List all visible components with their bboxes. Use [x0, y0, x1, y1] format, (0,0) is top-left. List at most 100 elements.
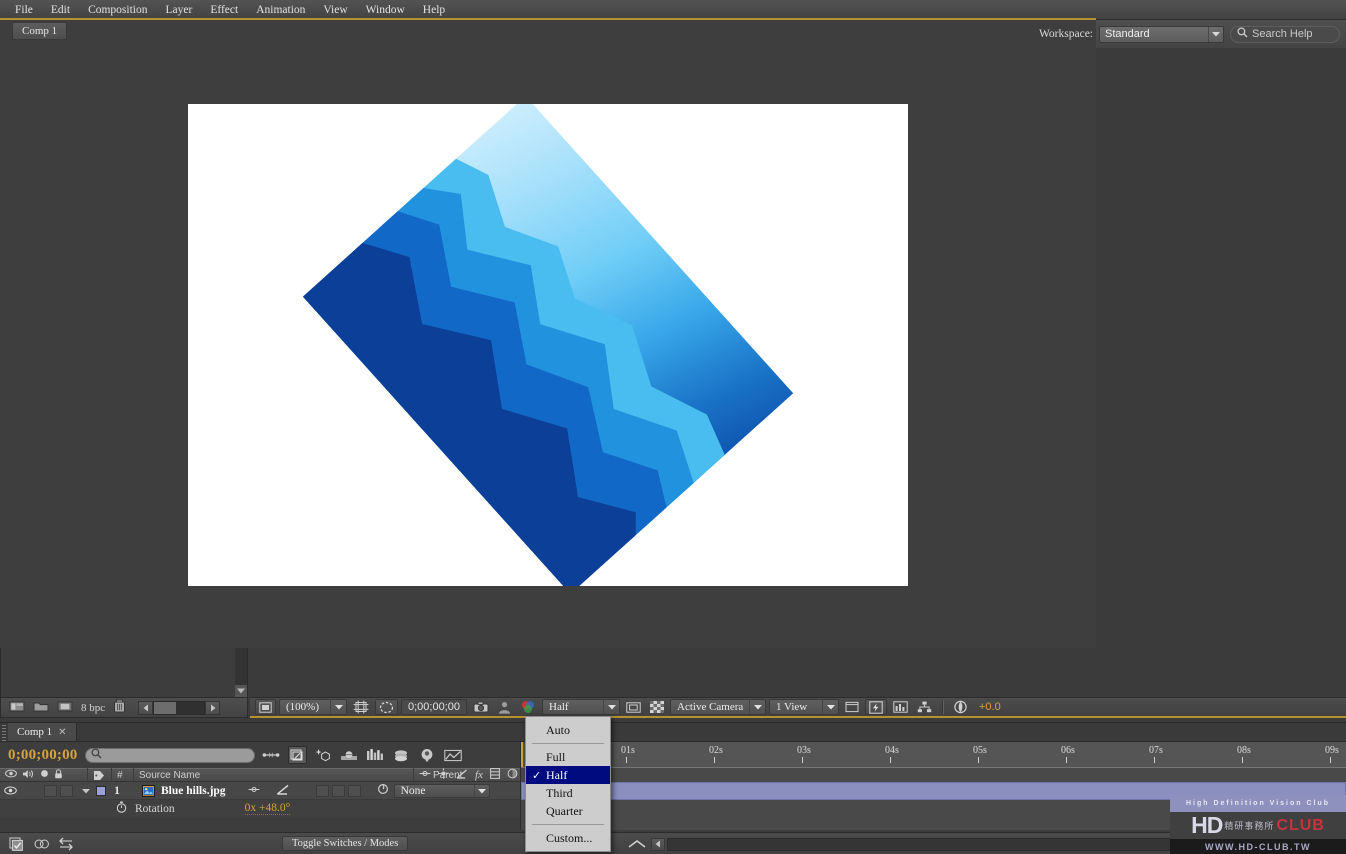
parent-select[interactable]: None: [394, 784, 490, 798]
layer-property-row-rotation[interactable]: Rotation 0x +48.0°: [0, 800, 520, 817]
expand-collapse-icon[interactable]: [57, 836, 75, 852]
magnification-select[interactable]: (100%): [279, 699, 347, 715]
layer-lock-toggle[interactable]: [60, 785, 73, 797]
new-footage-icon[interactable]: [9, 700, 25, 716]
frame-blend-toggle[interactable]: [316, 785, 329, 797]
zoom-slider-handle[interactable]: [625, 839, 649, 849]
table-row[interactable]: 1 Blue hills.jpg None: [0, 782, 520, 800]
close-icon[interactable]: ✕: [58, 727, 66, 738]
menu-item-animation[interactable]: Animation: [247, 2, 314, 18]
workspace-select[interactable]: Standard: [1099, 26, 1224, 43]
project-horizontal-scrollbar[interactable]: [138, 701, 220, 715]
resolution-option-third[interactable]: Third: [526, 784, 610, 802]
timeline-panel-grip[interactable]: [0, 723, 8, 741]
resolution-option-custom[interactable]: Custom...: [526, 829, 610, 847]
composition-body: Comp 1: [0, 20, 1096, 648]
draft-3d-icon[interactable]: [314, 746, 333, 764]
timeline-search-field[interactable]: [102, 749, 237, 761]
menu-item-help[interactable]: Help: [414, 2, 454, 18]
menu-item-edit[interactable]: Edit: [42, 2, 79, 18]
current-time-indicator[interactable]: [521, 742, 523, 768]
toggle-mask-shape-visibility-button[interactable]: [375, 699, 398, 715]
scroll-right-icon[interactable]: [205, 701, 220, 715]
project-bit-depth[interactable]: 8 bpc: [81, 702, 105, 714]
parent-label: Parent: [433, 770, 462, 781]
toggle-transparency-grid-icon[interactable]: [647, 699, 667, 715]
stopwatch-icon[interactable]: [116, 801, 127, 816]
anchor-point-icon[interactable]: [248, 785, 260, 797]
source-name-header[interactable]: Source Name: [134, 768, 414, 782]
exposure-icon[interactable]: [950, 699, 971, 715]
live-update-icon[interactable]: [288, 746, 307, 764]
layer-column-headers: # Source Name fx: [0, 768, 520, 782]
composition-canvas[interactable]: [188, 104, 908, 586]
footer-separator: [942, 700, 943, 714]
layer-stack-icon[interactable]: [392, 746, 411, 764]
scroll-left-icon[interactable]: [138, 701, 153, 715]
timeline-ruler[interactable]: 01s 02s 03s 04s 05s 06s 07s 08s 09s: [520, 742, 1346, 768]
show-snapshot-icon[interactable]: [495, 699, 514, 715]
layer-blue-hills-preview[interactable]: [303, 104, 794, 586]
menu-item-file[interactable]: File: [6, 2, 42, 18]
resolution-dropdown-menu[interactable]: Auto Full ✓ Half Third Quarter Custom...: [525, 716, 611, 852]
timeline-search-input[interactable]: [85, 748, 255, 763]
comp-flowchart-icon[interactable]: [914, 699, 935, 715]
expand-layer-triangle[interactable]: [79, 788, 93, 794]
current-time-display[interactable]: 0;00;00;00: [401, 699, 467, 715]
motion-blur-icon[interactable]: [340, 746, 359, 764]
composition-viewer[interactable]: [0, 42, 1096, 648]
take-snapshot-icon[interactable]: [470, 699, 492, 715]
scroll-down-icon[interactable]: [235, 685, 247, 697]
brainstorm-graph-icon[interactable]: [444, 746, 463, 764]
composition-footer-toolbar: (100%) 0;00;00;00 Half: [250, 697, 1346, 718]
layer-label-color[interactable]: [96, 786, 106, 796]
resolution-option-full[interactable]: Full: [526, 748, 610, 766]
timeline-controls: 0;00;00;00: [0, 742, 520, 768]
timeline-current-time[interactable]: 0;00;00;00: [8, 747, 78, 764]
menu-item-view[interactable]: View: [314, 2, 356, 18]
toggle-switches-modes-button[interactable]: Toggle Switches / Modes: [282, 836, 408, 851]
resolution-option-quarter[interactable]: Quarter: [526, 802, 610, 820]
menu-separator: [532, 743, 604, 744]
region-of-interest-icon[interactable]: [623, 699, 644, 715]
resolution-option-half[interactable]: ✓ Half: [526, 766, 610, 784]
breadcrumb[interactable]: Comp 1: [12, 22, 67, 40]
always-preview-this-view-button[interactable]: [255, 699, 276, 715]
tab-timeline-comp-1[interactable]: Comp 1 ✕: [8, 723, 77, 741]
scroll-left-icon[interactable]: [651, 838, 665, 851]
choose-grid-guides-button[interactable]: [350, 699, 372, 715]
quality-toggle-icon[interactable]: [276, 784, 290, 798]
show-channel-icon[interactable]: [517, 699, 539, 715]
property-name: Rotation: [135, 803, 175, 815]
fast-previews-icon[interactable]: [865, 699, 887, 715]
menu-item-effect[interactable]: Effect: [201, 2, 247, 18]
layer-family-icon[interactable]: [32, 836, 50, 852]
property-value[interactable]: 0x +48.0°: [245, 802, 291, 815]
menu-item-window[interactable]: Window: [357, 2, 414, 18]
delete-icon[interactable]: [113, 699, 126, 716]
pixel-aspect-correction-icon[interactable]: [842, 699, 862, 715]
watermark-tagline: High Definition Vision Club: [1170, 795, 1346, 812]
brainstorm-icon[interactable]: [418, 746, 437, 764]
parent-pickwhip-icon[interactable]: [377, 783, 389, 798]
menu-item-composition[interactable]: Composition: [79, 2, 156, 18]
layer-visibility-toggle[interactable]: [0, 786, 20, 795]
view-layout-select[interactable]: 1 View: [769, 699, 839, 715]
menu-item-layer[interactable]: Layer: [157, 2, 202, 18]
comp-family-icon[interactable]: [7, 836, 25, 852]
resolution-select[interactable]: Half: [542, 699, 620, 715]
resolution-option-label: Custom...: [546, 831, 592, 846]
graph-editor-icon[interactable]: [366, 746, 385, 764]
three-d-toggle[interactable]: [348, 785, 361, 797]
exposure-value[interactable]: +0.0: [979, 701, 1001, 713]
source-name-label: Source Name: [139, 770, 200, 781]
new-composition-icon[interactable]: [57, 700, 73, 716]
new-folder-icon[interactable]: [33, 700, 49, 716]
layer-solo-toggle[interactable]: [44, 785, 57, 797]
search-help-input[interactable]: Search Help: [1230, 26, 1340, 43]
motion-blur-toggle[interactable]: [332, 785, 345, 797]
resolution-option-auto[interactable]: Auto: [526, 721, 610, 739]
composition-mini-flowchart-icon[interactable]: [262, 746, 281, 764]
timeline-panel-icon[interactable]: [890, 699, 911, 715]
camera-view-select[interactable]: Active Camera: [670, 699, 766, 715]
